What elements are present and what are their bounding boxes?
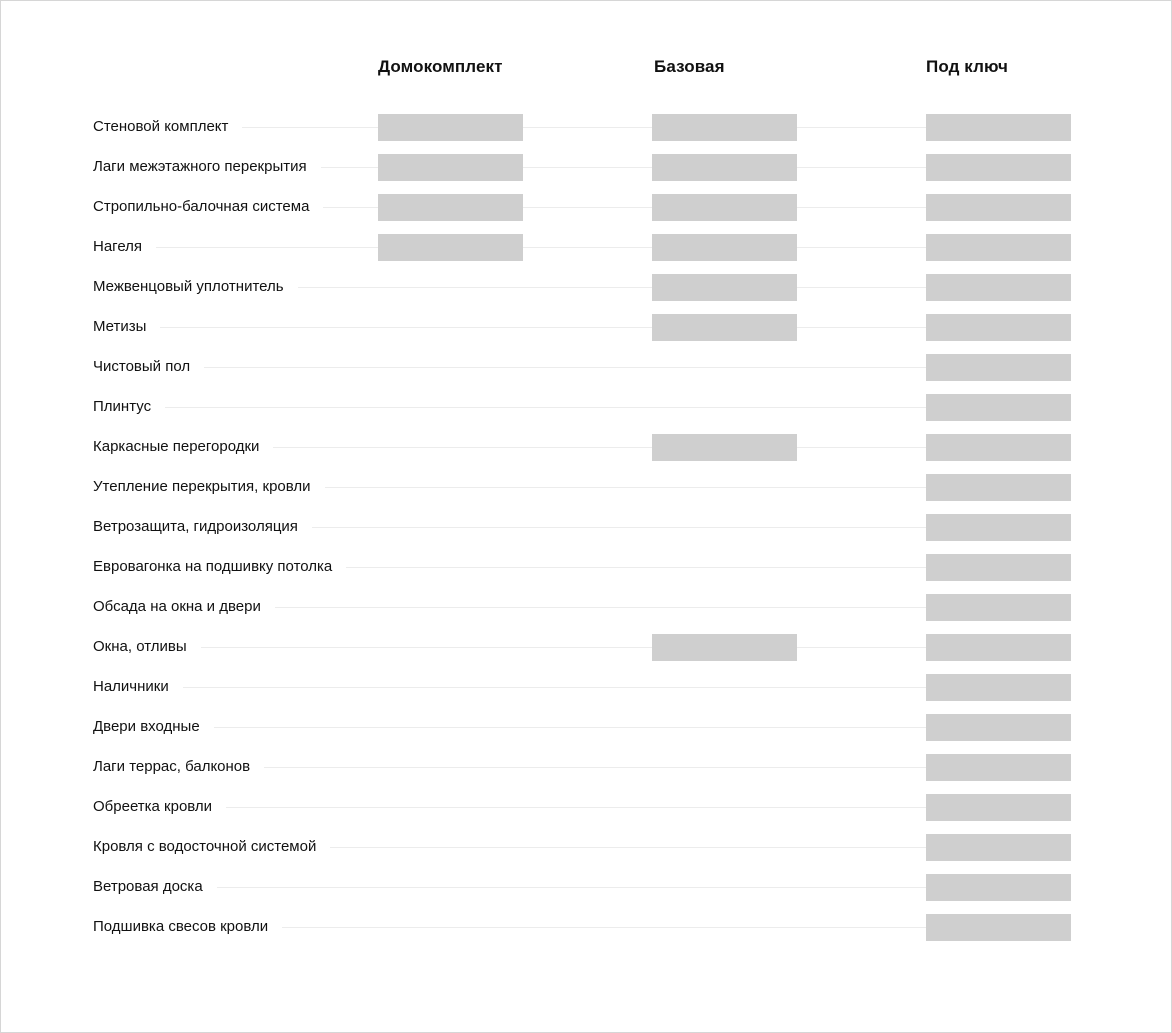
included-cell-col-0: [378, 194, 523, 221]
table-row: Стеновой комплект: [1, 107, 1171, 147]
table-row: Кровля с водосточной системой: [1, 827, 1171, 867]
row-label: Лаги террас, балконов: [93, 757, 265, 777]
table-row: Межвенцовый уплотнитель: [1, 267, 1171, 307]
included-cell-col-2: [926, 834, 1071, 861]
table-row: Подшивка свесов кровли: [1, 907, 1171, 947]
included-cell-col-1: [652, 234, 797, 261]
row-label: Евровагонка на подшивку потолка: [93, 557, 347, 577]
included-cell-col-0: [378, 154, 523, 181]
table-row: Ветрозащита, гидроизоляция: [1, 507, 1171, 547]
table-row: Лаги межэтажного перекрытия: [1, 147, 1171, 187]
included-cell-col-1: [652, 434, 797, 461]
row-label: Двери входные: [93, 717, 214, 737]
table-row: Окна, отливы: [1, 627, 1171, 667]
row-label: Окна, отливы: [93, 637, 201, 657]
row-label: Чистовый пол: [93, 357, 205, 377]
row-label: Утепление перекрытия, кровли: [93, 477, 325, 497]
column-header-pod-klyuch: Под ключ: [926, 57, 1008, 76]
included-cell-col-2: [926, 514, 1071, 541]
table-row: Каркасные перегородки: [1, 427, 1171, 467]
table-row: Наличники: [1, 667, 1171, 707]
row-label: Стропильно-балочная система: [93, 197, 324, 217]
included-cell-col-2: [926, 554, 1071, 581]
included-cell-col-1: [652, 274, 797, 301]
row-label: Ветровая доска: [93, 877, 217, 897]
column-header-domokomplekt: Домокомплект: [378, 57, 503, 76]
row-label: Кровля с водосточной системой: [93, 837, 331, 857]
row-label: Подшивка свесов кровли: [93, 917, 283, 937]
included-cell-col-2: [926, 434, 1071, 461]
included-cell-col-2: [926, 594, 1071, 621]
row-divider-line: [93, 887, 1071, 888]
table-header: Домокомплект Базовая Под ключ: [1, 57, 1171, 81]
row-divider-line: [93, 727, 1071, 728]
included-cell-col-2: [926, 114, 1071, 141]
row-label: Обреетка кровли: [93, 797, 227, 817]
column-header-bazovaya: Базовая: [654, 57, 725, 76]
comparison-panel: Домокомплект Базовая Под ключ Стеновой к…: [0, 0, 1172, 1033]
row-label: Обсада на окна и двери: [93, 597, 275, 617]
row-label: Каркасные перегородки: [93, 437, 274, 457]
table-row: Обсада на окна и двери: [1, 587, 1171, 627]
included-cell-col-2: [926, 314, 1071, 341]
included-cell-col-1: [652, 194, 797, 221]
included-cell-col-2: [926, 234, 1071, 261]
row-divider-line: [93, 407, 1071, 408]
row-label: Метизы: [93, 317, 161, 337]
row-divider-line: [93, 367, 1071, 368]
row-divider-line: [93, 687, 1071, 688]
table-row: Ветровая доска: [1, 867, 1171, 907]
included-cell-col-1: [652, 114, 797, 141]
included-cell-col-1: [652, 154, 797, 181]
table-row: Чистовый пол: [1, 347, 1171, 387]
included-cell-col-0: [378, 234, 523, 261]
table-row: Лаги террас, балконов: [1, 747, 1171, 787]
included-cell-col-2: [926, 714, 1071, 741]
table-row: Стропильно-балочная система: [1, 187, 1171, 227]
table-row: Двери входные: [1, 707, 1171, 747]
table-row: Метизы: [1, 307, 1171, 347]
included-cell-col-2: [926, 634, 1071, 661]
row-label: Стеновой комплект: [93, 117, 243, 137]
row-divider-line: [93, 807, 1071, 808]
row-label: Ветрозащита, гидроизоляция: [93, 517, 312, 537]
included-cell-col-2: [926, 674, 1071, 701]
included-cell-col-1: [652, 634, 797, 661]
included-cell-col-2: [926, 754, 1071, 781]
row-label: Плинтус: [93, 397, 166, 417]
included-cell-col-1: [652, 314, 797, 341]
included-cell-col-0: [378, 114, 523, 141]
included-cell-col-2: [926, 394, 1071, 421]
included-cell-col-2: [926, 874, 1071, 901]
row-divider-line: [93, 247, 1071, 248]
row-divider-line: [93, 647, 1071, 648]
included-cell-col-2: [926, 354, 1071, 381]
included-cell-col-2: [926, 274, 1071, 301]
row-label: Наличники: [93, 677, 183, 697]
included-cell-col-2: [926, 794, 1071, 821]
row-divider-line: [93, 327, 1071, 328]
table-row: Евровагонка на подшивку потолка: [1, 547, 1171, 587]
row-label: Лаги межэтажного перекрытия: [93, 157, 321, 177]
table-row: Утепление перекрытия, кровли: [1, 467, 1171, 507]
row-label: Межвенцовый уплотнитель: [93, 277, 298, 297]
included-cell-col-2: [926, 194, 1071, 221]
included-cell-col-2: [926, 154, 1071, 181]
table-row: Нагеля: [1, 227, 1171, 267]
included-cell-col-2: [926, 914, 1071, 941]
row-label: Нагеля: [93, 237, 157, 257]
table-row: Обреетка кровли: [1, 787, 1171, 827]
table-row: Плинтус: [1, 387, 1171, 427]
included-cell-col-2: [926, 474, 1071, 501]
